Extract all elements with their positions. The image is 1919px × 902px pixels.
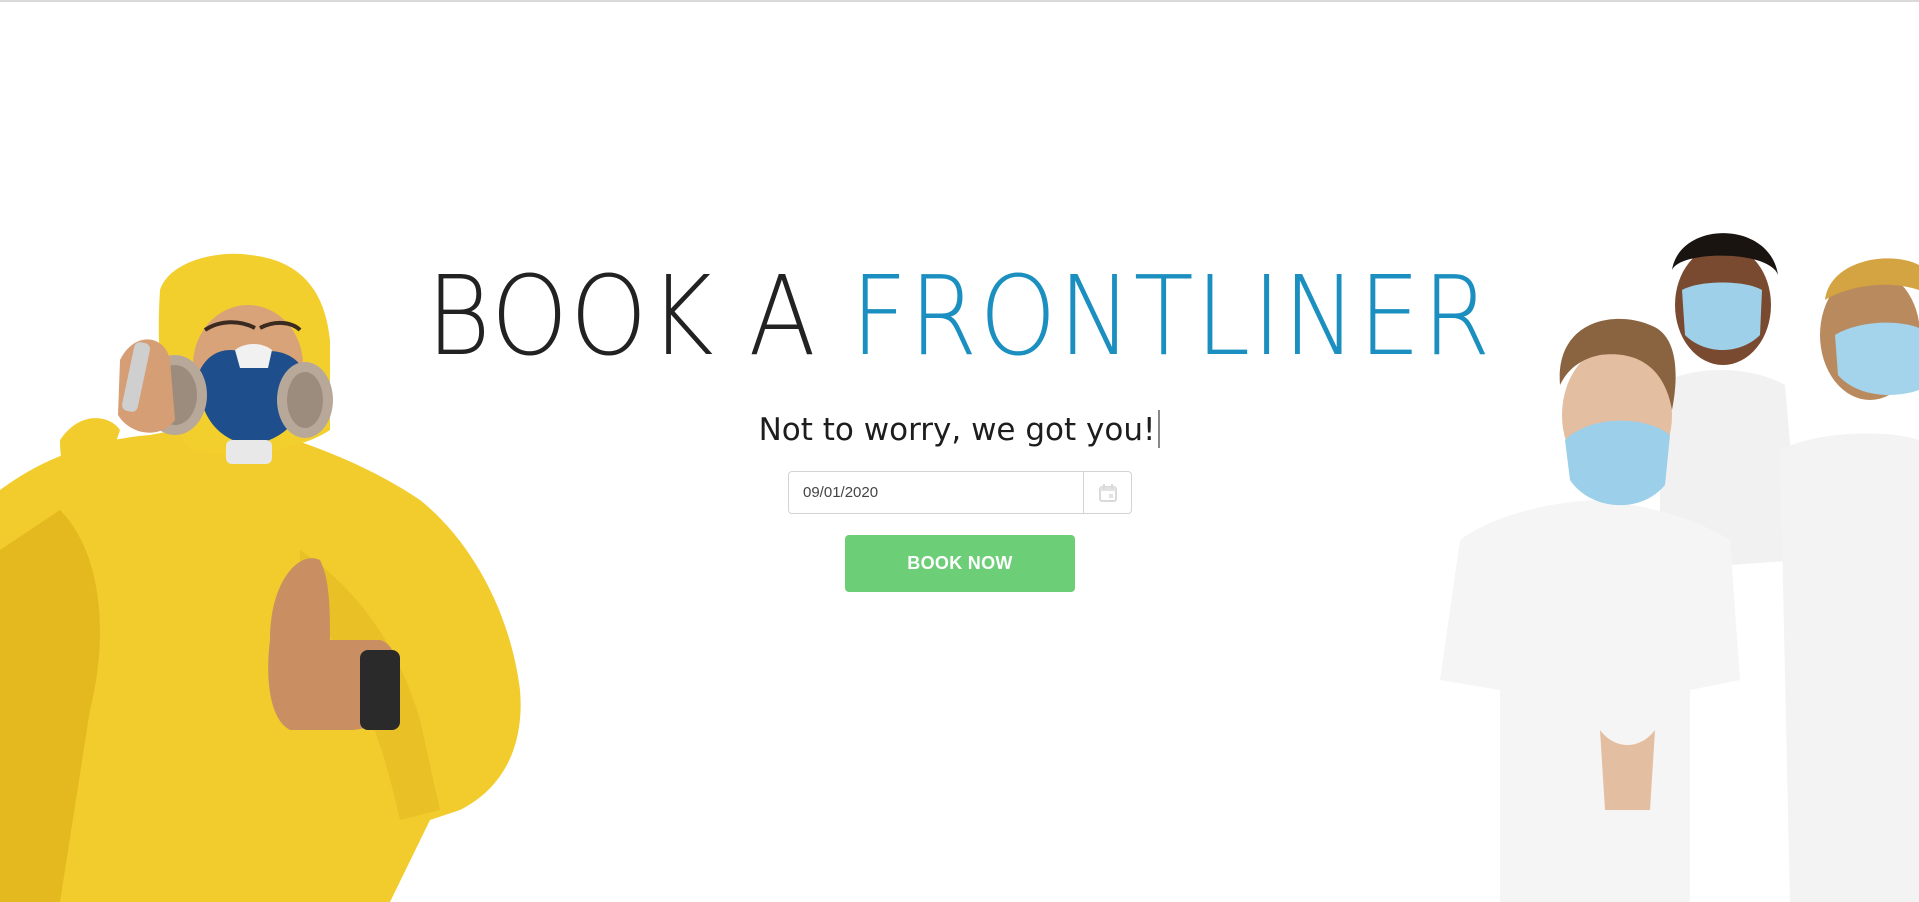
top-divider <box>0 0 1919 2</box>
page-title: BOOK A FRONTLINER <box>0 262 1919 372</box>
tagline: Not to worry, we got you! <box>0 410 1919 448</box>
title-frontliner: FRONTLINER <box>850 253 1493 381</box>
page: BOOK A FRONTLINER Not to worry, we got y… <box>0 0 1919 902</box>
book-now-button[interactable]: BOOK NOW <box>845 535 1075 592</box>
date-picker <box>788 471 1132 514</box>
date-input[interactable] <box>789 472 1083 513</box>
tagline-text: Not to worry, we got you! <box>758 412 1156 448</box>
calendar-button[interactable] <box>1083 472 1131 513</box>
text-caret <box>1158 410 1161 448</box>
calendar-icon <box>1098 483 1117 502</box>
title-book-a: BOOK A <box>426 253 818 381</box>
